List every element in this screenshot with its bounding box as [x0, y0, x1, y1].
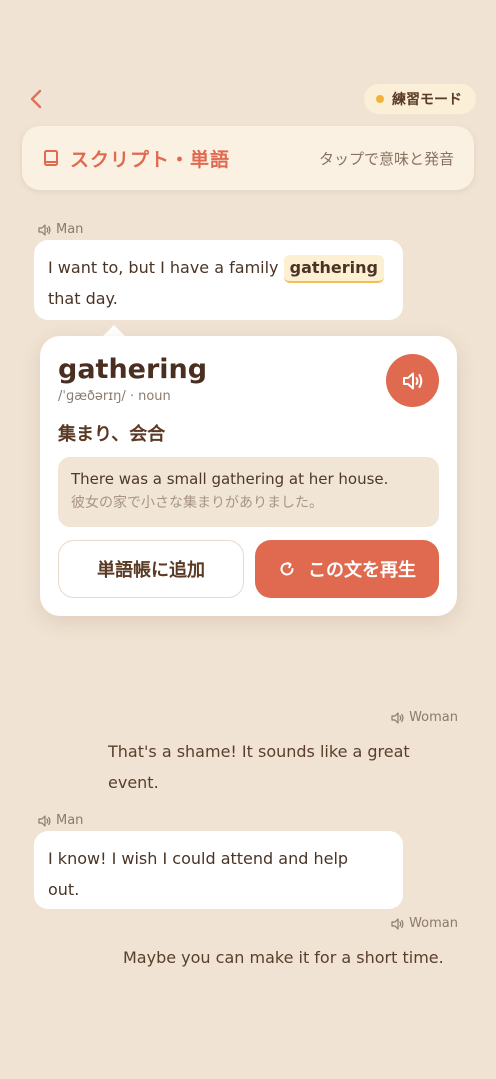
popup-word: gathering — [58, 354, 208, 385]
dialogue-line: out. — [48, 880, 80, 899]
replay-icon — [280, 562, 294, 576]
dialogue-line-woman-1b[interactable]: event. — [108, 767, 159, 798]
back-button[interactable] — [24, 86, 48, 112]
speaker-label-man[interactable]: Man — [38, 222, 83, 237]
pronounce-button[interactable] — [386, 354, 439, 407]
book-icon — [44, 150, 58, 166]
dialogue-line-woman-1[interactable]: That's a shame! It sounds like a great — [108, 736, 410, 767]
speaker-name: Woman — [409, 710, 458, 725]
example-japanese: 彼女の家で小さな集まりがありました。 — [71, 495, 323, 511]
speaker-icon — [38, 814, 51, 827]
speaker-label-man[interactable]: Man — [38, 813, 83, 828]
add-to-wordbook-button[interactable]: 単語帳に追加 — [58, 540, 244, 598]
dialogue-line: I know! I wish I could attend and help — [48, 849, 349, 868]
speaker-name: Man — [56, 813, 84, 828]
page-title: スクリプト・単語 — [70, 148, 231, 171]
speaker-name: Woman — [409, 916, 458, 931]
speaker-icon — [402, 372, 422, 389]
speaker-label-woman[interactable]: Woman — [391, 916, 458, 931]
speaker-name: Man — [56, 222, 84, 237]
play-sentence-button[interactable]: この文を再生 — [255, 540, 439, 598]
speaker-icon — [391, 917, 404, 930]
chevron-left-icon — [30, 89, 42, 109]
mode-status-dot — [376, 95, 384, 103]
dialogue-line: that day. — [48, 289, 118, 308]
speaker-icon — [38, 223, 51, 236]
word-meaning: 集まり、会合 — [58, 424, 166, 445]
example-english: There was a small gathering at her house… — [71, 470, 389, 488]
script-header-card: スクリプト・単語 タップで意味と発音 — [22, 126, 474, 190]
dialogue-line: I want to, but I have a family gathering — [48, 252, 389, 283]
practice-mode-badge[interactable]: 練習モード — [364, 84, 476, 114]
add-button-label: 単語帳に追加 — [97, 560, 205, 581]
dialogue-bubble-3[interactable]: I know! I wish I could attend and help o… — [34, 831, 403, 909]
speaker-label-woman[interactable]: Woman — [391, 710, 458, 725]
example-sentence-box: There was a small gathering at her house… — [58, 457, 439, 527]
pronunciation: /ˈɡæðərɪŋ/ · noun — [58, 389, 171, 404]
speaker-icon — [391, 711, 404, 724]
word-definition-popup: gathering /ˈɡæðərɪŋ/ · noun 集まり、会合 There… — [40, 336, 457, 616]
dialogue-text: I want to, but I have a family — [48, 258, 279, 277]
play-button-label: この文を再生 — [308, 560, 416, 581]
dialogue-bubble-1[interactable]: I want to, but I have a family gathering… — [34, 240, 403, 320]
dialogue-line-woman-2[interactable]: Maybe you can make it for a short time. — [123, 942, 444, 973]
header-hint: タップで意味と発音 — [318, 149, 454, 168]
mode-badge-label: 練習モード — [392, 92, 462, 108]
highlighted-word[interactable]: gathering — [283, 255, 384, 283]
